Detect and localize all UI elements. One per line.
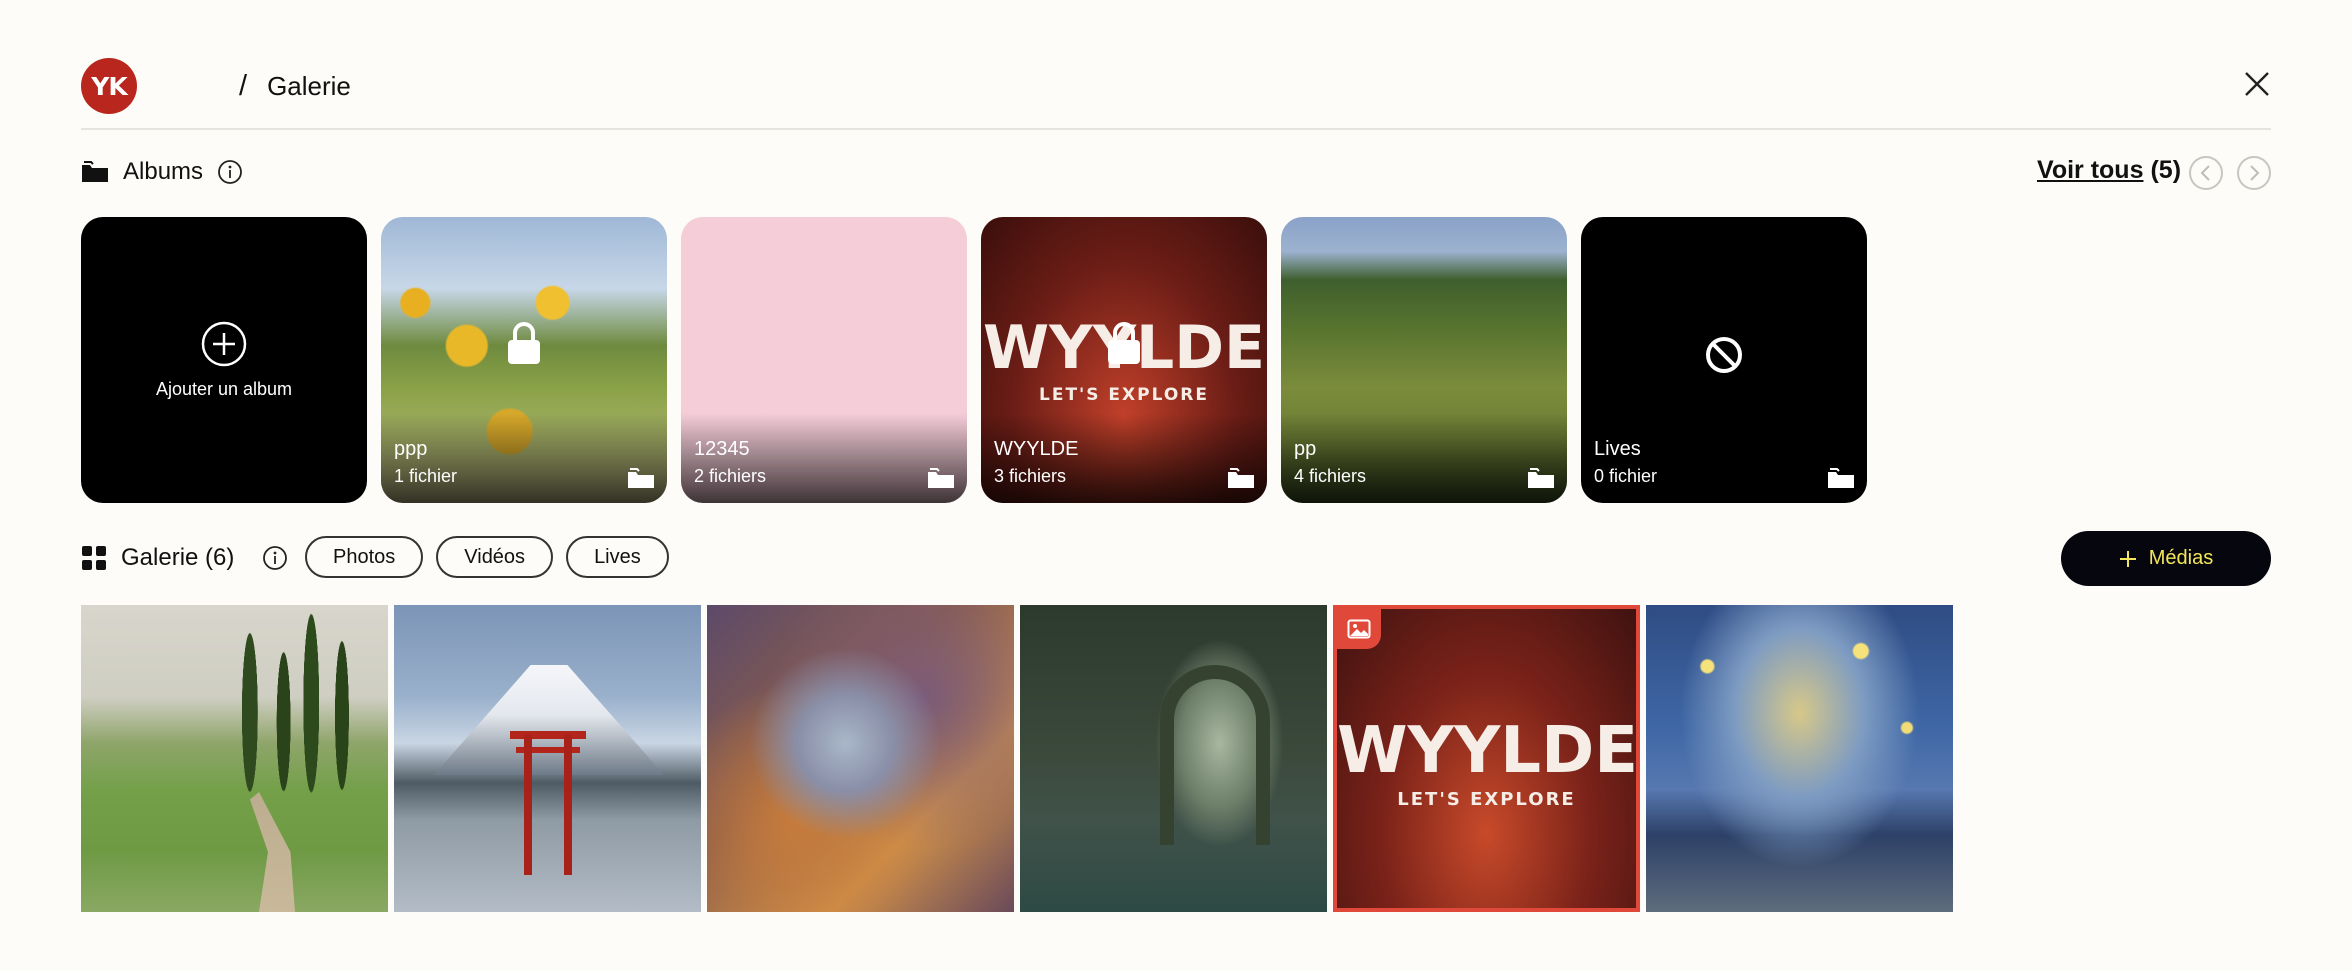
album-image-tagline: LET'S EXPLORE (1039, 385, 1209, 405)
add-album-card[interactable]: Ajouter un album (81, 217, 367, 503)
album-count: 0 fichier (1594, 466, 1658, 486)
logo[interactable]: YK (81, 58, 137, 114)
albums-next-button[interactable] (2237, 156, 2271, 190)
folder-icon (628, 468, 654, 488)
gallery-page: YK / Galerie Albums Voir tous (5) Ajoute… (0, 0, 2352, 970)
filter-photos[interactable]: Photos (305, 536, 424, 578)
album-name: WYYLDE (994, 438, 1079, 460)
folder-icon (1228, 468, 1254, 488)
add-album-label: Ajouter un album (155, 378, 293, 399)
blocked-icon (1706, 337, 1742, 373)
see-all-albums: Voir tous (5) (2037, 156, 2181, 185)
tile-image-detail (510, 731, 586, 875)
albums-header: Albums (81, 153, 243, 191)
breadcrumb-username[interactable] (153, 73, 239, 99)
album-count: 4 fichiers (1294, 466, 1367, 486)
plus-circle-icon (201, 321, 247, 366)
image-icon (1347, 619, 1371, 639)
media-tile[interactable] (394, 605, 701, 912)
filter-videos[interactable]: Vidéos (436, 536, 554, 578)
folder-icon (928, 468, 954, 488)
photo-badge (1337, 609, 1381, 649)
close-icon[interactable] (2243, 70, 2271, 98)
album-count: 3 fichiers (994, 466, 1067, 486)
add-media-label: Médias (2148, 547, 2214, 569)
media-tile[interactable] (1020, 605, 1327, 912)
chevron-left-icon (2200, 165, 2210, 181)
album-card-wyylde[interactable]: WYYLDE LET'S EXPLORE WYYLDE 3 fichiers (981, 217, 1267, 503)
filter-lives[interactable]: Lives (566, 536, 669, 578)
breadcrumb-separator: / (239, 69, 248, 102)
header: YK / Galerie (81, 58, 2271, 130)
tile-image-logo-text: WYYLDE (1337, 714, 1638, 788)
folder-icon (82, 161, 108, 182)
see-all-link[interactable]: Voir tous (2037, 156, 2143, 185)
lock-icon (1108, 321, 1140, 364)
media-tile-selected[interactable]: WYYLDE LET'S EXPLORE (1333, 605, 1640, 912)
albums-label: Albums (123, 158, 204, 185)
info-icon[interactable] (217, 159, 243, 185)
chevron-right-icon (2250, 165, 2260, 181)
album-name: 12345 (694, 438, 750, 460)
add-media-button[interactable]: Médias (2061, 531, 2271, 586)
tile-image-tagline: LET'S EXPLORE (1397, 789, 1576, 810)
gallery-header: Galerie (6) (81, 538, 288, 578)
media-tile[interactable] (81, 605, 388, 912)
folder-icon (1528, 468, 1554, 488)
tile-image-detail (1160, 665, 1270, 845)
albums-carousel: Ajouter un album ppp 1 fichier 12345 2 f… (81, 217, 1867, 503)
album-overlay (1281, 413, 1567, 503)
album-card-lives[interactable]: Lives 0 fichier (1581, 217, 1867, 503)
album-count: 1 fichier (394, 466, 458, 486)
albums-prev-button[interactable] (2189, 156, 2223, 190)
gallery-label: Galerie (6) (121, 544, 235, 571)
album-name: ppp (394, 438, 428, 460)
album-name: pp (1294, 438, 1317, 460)
folder-icon (1828, 468, 1854, 488)
album-card-12345[interactable]: 12345 2 fichiers (681, 217, 967, 503)
page-title: Galerie (267, 70, 351, 101)
media-tile[interactable] (1646, 605, 1953, 912)
album-card-pp[interactable]: pp 4 fichiers (1281, 217, 1567, 503)
album-card-ppp[interactable]: ppp 1 fichier (381, 217, 667, 503)
album-name: Lives (1594, 438, 1641, 460)
grid-icon (82, 546, 106, 570)
info-icon[interactable] (262, 545, 288, 571)
media-grid: WYYLDE LET'S EXPLORE (81, 605, 1953, 912)
plus-icon (2119, 550, 2136, 567)
albums-count: (5) (2150, 156, 2182, 184)
filter-chips: Photos Vidéos Lives (305, 536, 669, 578)
tile-image-detail (250, 792, 295, 912)
lock-icon (508, 321, 540, 364)
media-tile[interactable] (707, 605, 1014, 912)
album-count: 2 fichiers (694, 466, 767, 486)
